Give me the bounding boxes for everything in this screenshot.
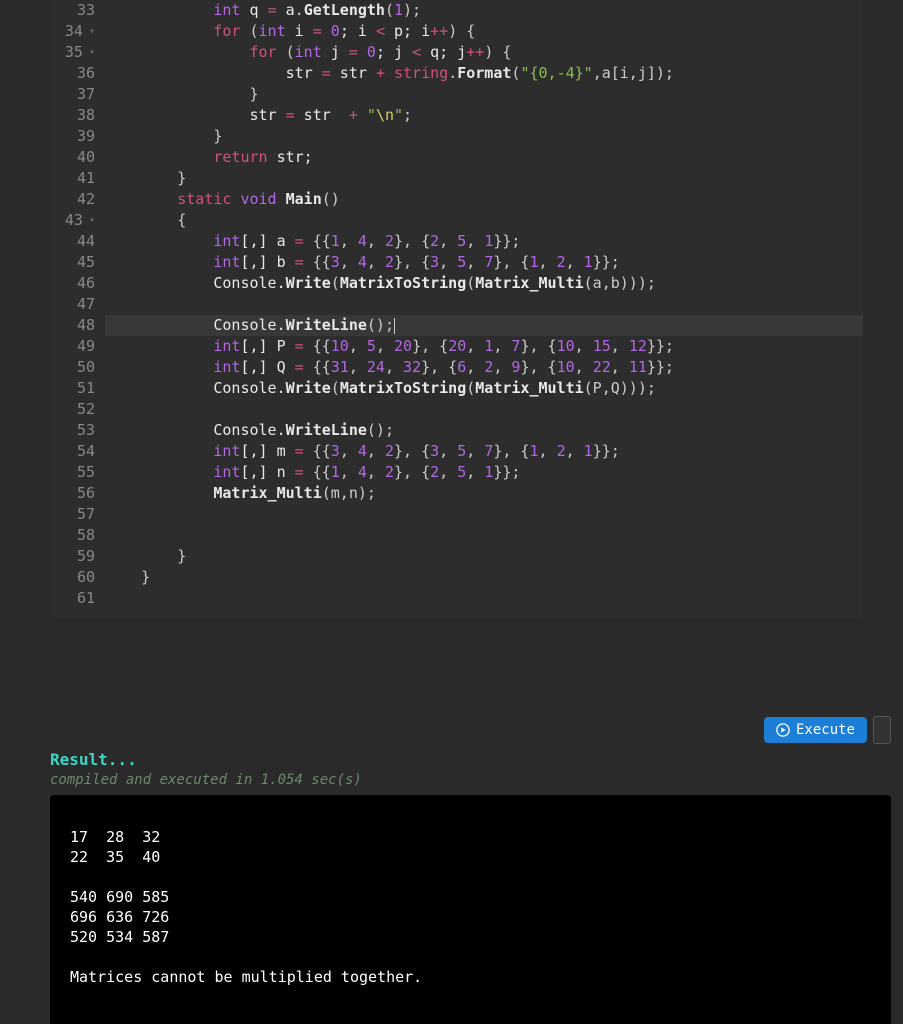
console-output: 17 28 32 22 35 40 540 690 585 696 636 72… (50, 795, 891, 1024)
line-number: 43 (50, 210, 95, 231)
code-line[interactable]: } (105, 84, 863, 105)
line-number: 60 (50, 567, 95, 588)
line-number: 52 (50, 399, 95, 420)
code-line[interactable] (105, 399, 863, 420)
result-header: Result... (50, 750, 137, 769)
code-line[interactable]: Matrix_Multi(m,n); (105, 483, 863, 504)
code-line[interactable]: } (105, 567, 863, 588)
code-line[interactable]: static void Main() (105, 189, 863, 210)
code-line[interactable]: } (105, 126, 863, 147)
code-line[interactable] (105, 525, 863, 546)
line-number: 54 (50, 441, 95, 462)
line-number: 39 (50, 126, 95, 147)
code-line[interactable]: } (105, 168, 863, 189)
line-number: 41 (50, 168, 95, 189)
text-cursor (394, 318, 395, 334)
code-line[interactable] (105, 588, 863, 609)
code-line[interactable]: int[,] a = {{1, 4, 2}, {2, 5, 1}}; (105, 231, 863, 252)
line-number: 56 (50, 483, 95, 504)
line-number: 49 (50, 336, 95, 357)
line-number: 42 (50, 189, 95, 210)
line-number: 58 (50, 525, 95, 546)
line-number: 51 (50, 378, 95, 399)
line-number: 59 (50, 546, 95, 567)
code-line[interactable]: int[,] n = {{1, 4, 2}, {2, 5, 1}}; (105, 462, 863, 483)
code-editor[interactable]: 3334353637383940414243444546474849505152… (50, 0, 863, 619)
extra-button[interactable] (873, 716, 891, 744)
result-subtext: compiled and executed in 1.054 sec(s) (50, 772, 362, 788)
code-line[interactable]: int q = a.GetLength(1); (105, 0, 863, 21)
line-number: 35 (50, 42, 95, 63)
line-number: 46 (50, 273, 95, 294)
code-line[interactable]: } (105, 546, 863, 567)
code-line[interactable]: return str; (105, 147, 863, 168)
line-number-gutter: 3334353637383940414243444546474849505152… (50, 0, 105, 609)
code-line[interactable] (105, 504, 863, 525)
code-content[interactable]: int q = a.GetLength(1); for (int i = 0; … (105, 0, 863, 609)
play-icon (776, 723, 790, 737)
execute-label: Execute (796, 722, 855, 738)
code-line[interactable]: str = str + "\n"; (105, 105, 863, 126)
line-number: 50 (50, 357, 95, 378)
line-number: 36 (50, 63, 95, 84)
code-line[interactable]: str = str + string.Format("{0,-4}",a[i,j… (105, 63, 863, 84)
code-line[interactable]: Console.Write(MatrixToString(Matrix_Mult… (105, 273, 863, 294)
code-line[interactable]: for (int i = 0; i < p; i++) { (105, 21, 863, 42)
code-line[interactable]: Console.Write(MatrixToString(Matrix_Mult… (105, 378, 863, 399)
line-number: 38 (50, 105, 95, 126)
execute-button[interactable]: Execute (764, 717, 867, 743)
line-number: 40 (50, 147, 95, 168)
code-line[interactable]: for (int j = 0; j < q; j++) { (105, 42, 863, 63)
line-number: 57 (50, 504, 95, 525)
line-number: 45 (50, 252, 95, 273)
line-number: 33 (50, 0, 95, 21)
line-number: 37 (50, 84, 95, 105)
line-number: 44 (50, 231, 95, 252)
line-number: 47 (50, 294, 95, 315)
line-number: 55 (50, 462, 95, 483)
code-line[interactable]: int[,] m = {{3, 4, 2}, {3, 5, 7}, {1, 2,… (105, 441, 863, 462)
code-line[interactable] (105, 294, 863, 315)
line-number: 48 (50, 315, 95, 336)
code-line[interactable]: Console.WriteLine(); (105, 315, 863, 336)
code-line[interactable]: int[,] P = {{10, 5, 20}, {20, 1, 7}, {10… (105, 336, 863, 357)
line-number: 34 (50, 21, 95, 42)
code-line[interactable]: Console.WriteLine(); (105, 420, 863, 441)
code-line[interactable]: { (105, 210, 863, 231)
code-line[interactable]: int[,] b = {{3, 4, 2}, {3, 5, 7}, {1, 2,… (105, 252, 863, 273)
code-line[interactable]: int[,] Q = {{31, 24, 32}, {6, 2, 9}, {10… (105, 357, 863, 378)
line-number: 53 (50, 420, 95, 441)
line-number: 61 (50, 588, 95, 609)
